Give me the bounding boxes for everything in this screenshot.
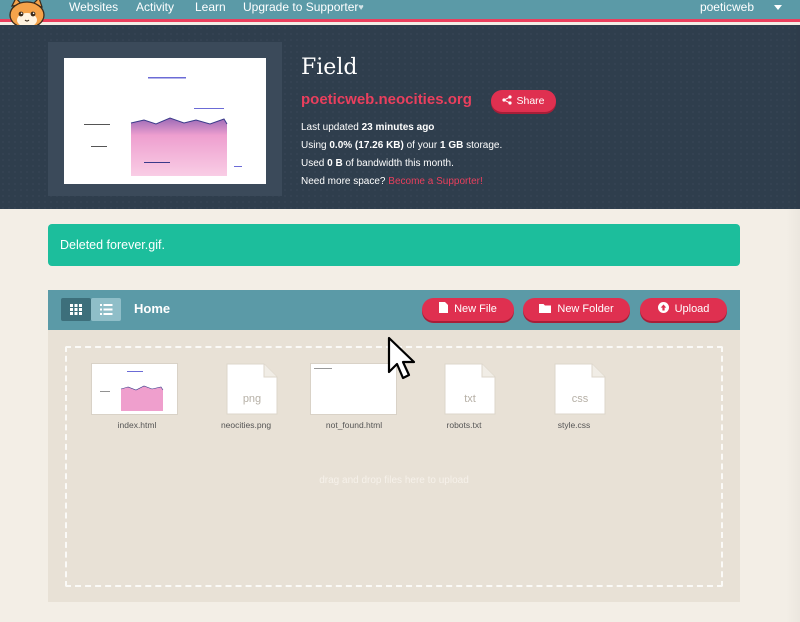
username: poeticweb xyxy=(699,0,754,14)
document-icon xyxy=(226,363,278,415)
page-scrollbar[interactable] xyxy=(786,25,800,622)
heart-icon: ♥ xyxy=(358,2,364,12)
site-header: Field poeticweb.neocities.org Share Last… xyxy=(0,25,800,209)
html-preview-image xyxy=(92,364,177,414)
document-icon xyxy=(444,363,496,415)
file-thumbnail xyxy=(91,363,178,415)
upload-dropzone[interactable]: drag and drop files here to upload index… xyxy=(65,346,723,587)
bandwidth-value: 0 B xyxy=(327,158,343,169)
bandwidth-suffix: of bandwidth this month. xyxy=(342,158,454,169)
storage-suffix: storage. xyxy=(463,140,503,151)
nav-learn[interactable]: Learn xyxy=(195,0,226,18)
file-name: style.css xyxy=(557,420,591,430)
bandwidth-usage: Used 0 B of bandwidth this month. xyxy=(301,158,454,169)
breadcrumb-home[interactable]: Home xyxy=(134,301,170,316)
alert-message: Deleted forever.gif. xyxy=(60,238,165,252)
dropzone-hint: drag and drop files here to upload xyxy=(319,475,469,486)
file-extension: css xyxy=(571,393,589,405)
new-folder-button[interactable]: New Folder xyxy=(523,298,630,321)
nav-websites[interactable]: Websites xyxy=(69,0,118,18)
file-name: index.html xyxy=(117,420,157,430)
bandwidth-prefix: Used xyxy=(301,158,328,169)
success-alert: Deleted forever.gif. xyxy=(48,224,740,266)
site-title: Field xyxy=(301,55,358,80)
nav-upgrade-to-supporter[interactable]: Upgrade to Supporter♥ xyxy=(243,0,364,18)
storage-prefix: Using xyxy=(301,140,330,151)
file-name: neocities.png xyxy=(220,420,272,430)
upload-button[interactable]: Upload xyxy=(640,298,727,321)
file-extension: txt xyxy=(464,393,476,405)
share-button[interactable]: Share xyxy=(491,90,556,112)
last-updated-value: 23 minutes ago xyxy=(361,122,435,133)
more-space: Need more space? Become a Supporter! xyxy=(301,176,483,187)
storage-mid: of your xyxy=(403,140,440,151)
user-menu-toggle[interactable] xyxy=(770,0,800,18)
more-space-prefix: Need more space? xyxy=(301,176,389,187)
last-updated: Last updated 23 minutes ago xyxy=(301,122,434,133)
top-navigation: Websites Activity Learn Upgrade to Suppo… xyxy=(0,0,800,33)
caret-down-icon xyxy=(774,5,782,10)
mouse-pointer-icon xyxy=(387,336,416,380)
nav-upgrade-label: Upgrade to Supporter xyxy=(243,0,359,14)
site-screenshot-thumbnail[interactable] xyxy=(64,58,266,184)
last-updated-prefix: Last updated xyxy=(301,122,362,133)
list-icon xyxy=(100,304,113,315)
list-view-button[interactable] xyxy=(91,298,121,321)
file-thumbnail xyxy=(310,363,397,415)
become-supporter-link[interactable]: Become a Supporter! xyxy=(388,176,483,187)
file-name: robots.txt xyxy=(446,420,482,430)
user-menu[interactable]: poeticweb xyxy=(700,0,754,18)
storage-usage: Using 0.0% (17.26 KB) of your 1 GB stora… xyxy=(301,140,502,151)
file-icon xyxy=(439,302,449,313)
file-extension: png xyxy=(242,393,262,405)
share-icon xyxy=(502,95,513,105)
new-file-button[interactable]: New File xyxy=(422,298,514,321)
site-preview-image xyxy=(64,58,266,184)
storage-value: 0.0% (17.26 KB) xyxy=(329,140,404,151)
nav-activity[interactable]: Activity xyxy=(136,0,174,18)
share-label: Share xyxy=(516,95,545,107)
document-icon xyxy=(554,363,606,415)
upload-label: Upload xyxy=(674,303,710,315)
files-toolbar: Home New File New Folder Upload xyxy=(48,290,740,330)
new-file-label: New File xyxy=(454,303,497,315)
new-folder-label: New Folder xyxy=(557,303,614,315)
grid-view-button[interactable] xyxy=(61,298,91,321)
storage-quota: 1 GB xyxy=(439,140,464,151)
upload-arrow-icon xyxy=(657,302,669,313)
html-preview-image xyxy=(311,364,396,414)
site-preview-frame xyxy=(48,42,282,196)
folder-icon xyxy=(539,304,552,313)
site-domain-link[interactable]: poeticweb.neocities.org xyxy=(301,91,472,108)
file-name: not_found.html xyxy=(325,420,383,430)
grid-icon xyxy=(70,304,82,315)
